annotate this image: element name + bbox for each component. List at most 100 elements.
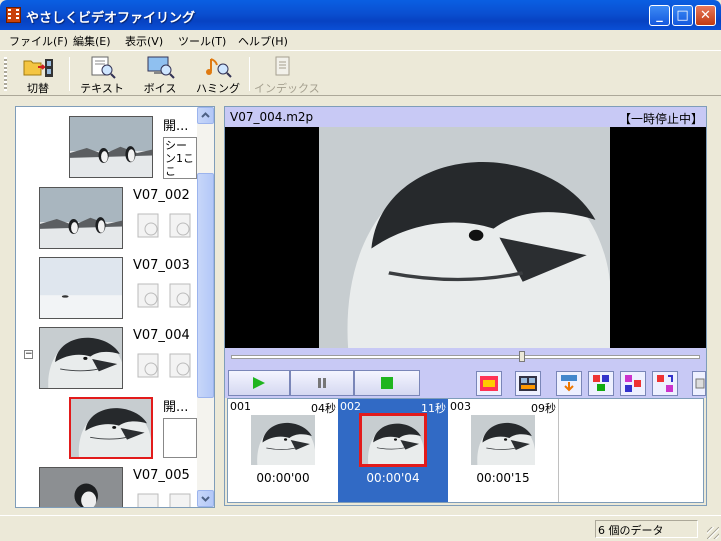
scene-strip[interactable]: 001 04秒 00:00'00 002 11秒 00:00'04 003 09…	[227, 398, 704, 503]
doc-voice-icon[interactable]	[167, 212, 194, 239]
switch-label: 切替	[27, 82, 49, 95]
music-note-icon	[206, 58, 232, 78]
scene-thumbnail[interactable]	[69, 397, 153, 459]
voice-search-button[interactable]: ボイス	[134, 53, 186, 95]
video-frame	[319, 127, 610, 348]
tree-item[interactable]: 開...	[16, 394, 199, 466]
player-panel: V07_004.m2p 【一時停止中】 001 04秒 00:00'00 002…	[224, 106, 707, 506]
split-icon	[593, 375, 609, 391]
scene-start-time: 00:00'04	[366, 471, 420, 485]
close-button[interactable]: ✕	[695, 5, 716, 26]
video-name: V07_005	[133, 468, 190, 483]
index-button[interactable]: インデックス	[254, 53, 320, 95]
tree-item[interactable]: 開... シーン1ここ	[16, 113, 199, 185]
film-text-icon[interactable]	[135, 492, 162, 508]
seek-bar[interactable]	[225, 348, 706, 368]
tree-scrollbar[interactable]	[197, 107, 214, 507]
film-text-icon[interactable]	[135, 282, 162, 309]
more-tools-button[interactable]	[692, 371, 706, 396]
video-thumbnail[interactable]	[39, 327, 123, 389]
collapse-toggle[interactable]: −	[24, 350, 33, 359]
film-text-icon[interactable]	[135, 212, 162, 239]
voice-label: ボイス	[143, 82, 177, 95]
switch-button[interactable]: 切替	[12, 53, 64, 95]
doc-voice-icon[interactable]	[167, 492, 194, 508]
scene-cell[interactable]: 003 09秒 00:00'15	[448, 399, 558, 502]
text-search-icon	[91, 56, 116, 79]
video-display[interactable]	[225, 127, 706, 348]
menu-view[interactable]: 表示(V)	[125, 33, 163, 49]
pause-icon	[318, 378, 326, 388]
tree-item[interactable]: V07_003	[16, 254, 199, 326]
merge-icon	[625, 375, 641, 392]
menu-edit[interactable]: 編集(E)	[73, 33, 111, 49]
index-label: インデックス	[254, 82, 320, 95]
play-button[interactable]	[228, 370, 290, 396]
seek-track[interactable]	[231, 355, 700, 359]
film-app-icon[interactable]	[6, 7, 21, 23]
status-bar: 6 個のデータ	[0, 515, 721, 541]
tree-item[interactable]: V07_005	[16, 464, 199, 508]
insert-scene-button[interactable]	[556, 371, 582, 396]
menu-bar: ファイル(F) 編集(E) 表示(V) ツール(T) ヘルプ(H)	[0, 30, 721, 50]
video-thumbnail[interactable]	[39, 257, 123, 319]
scene-name: 開...	[163, 119, 189, 134]
toolbar: 切替 テキスト ボイス ハミング インデックス	[0, 50, 721, 96]
scene-cell-selected[interactable]: 002 11秒 00:00'04	[338, 399, 448, 502]
menu-help[interactable]: ヘルプ(H)	[238, 33, 288, 49]
tree-item[interactable]: V07_002	[16, 184, 199, 256]
title-bar[interactable]: やさしくビデオファイリング _ □ ✕	[0, 0, 721, 30]
chevron-up-icon	[201, 112, 210, 118]
scene-detect-button[interactable]	[515, 371, 541, 396]
tree-item[interactable]: V07_004	[16, 324, 199, 396]
video-thumbnail[interactable]	[39, 467, 123, 507]
video-thumbnail[interactable]	[39, 187, 123, 249]
scene-duration: 04秒	[311, 402, 336, 415]
toolbar-separator	[69, 57, 70, 91]
folder-film-icon	[23, 59, 53, 77]
monitor-search-icon	[147, 56, 175, 79]
scene-start-time: 00:00'15	[476, 471, 530, 485]
scroll-down-button[interactable]	[197, 490, 214, 507]
scene-cell-thumbnail[interactable]	[359, 413, 427, 467]
text-search-button[interactable]: テキスト	[76, 53, 128, 95]
humming-search-button[interactable]: ハミング	[192, 53, 244, 95]
seek-knob[interactable]	[518, 351, 525, 362]
scene-tree-panel[interactable]: 開... シーン1ここ V07_002 V07_003 V07_004 − 開.…	[15, 106, 215, 508]
toolbar-grip[interactable]	[4, 57, 7, 91]
text-label: テキスト	[80, 82, 124, 95]
stop-button[interactable]	[354, 370, 420, 396]
chevron-down-icon	[201, 496, 210, 502]
merge-scene-button[interactable]	[620, 371, 646, 396]
scene-start-time: 00:00'00	[256, 471, 310, 485]
move-scene-button[interactable]	[652, 371, 678, 396]
scene-note[interactable]: シーン1ここ	[163, 137, 197, 179]
video-name: V07_002	[133, 188, 190, 203]
split-scene-button[interactable]	[588, 371, 614, 396]
menu-tools[interactable]: ツール(T)	[178, 33, 226, 49]
scene-cell-thumbnail[interactable]	[471, 415, 535, 465]
cm-detect-button[interactable]	[476, 371, 502, 396]
film-text-icon[interactable]	[135, 352, 162, 379]
doc-voice-icon[interactable]	[167, 352, 194, 379]
more-icon	[695, 378, 705, 389]
minimize-button[interactable]: _	[649, 5, 670, 26]
scene-thumbnail[interactable]	[69, 116, 153, 178]
video-header: V07_004.m2p 【一時停止中】	[225, 107, 706, 127]
toolbar-separator	[249, 57, 250, 91]
scene-cell[interactable]: 001 04秒 00:00'00	[228, 399, 338, 502]
menu-file[interactable]: ファイル(F)	[9, 33, 68, 49]
data-count: 6 個のデータ	[595, 520, 698, 538]
resize-grip[interactable]	[707, 527, 719, 539]
scene-cell-thumbnail[interactable]	[251, 415, 315, 465]
scene-duration: 09秒	[531, 402, 556, 415]
play-icon	[253, 377, 265, 389]
scene-note[interactable]	[163, 418, 197, 458]
window-title: やさしくビデオファイリング	[26, 11, 196, 26]
insert-down-icon	[561, 375, 577, 392]
maximize-button[interactable]: □	[672, 5, 693, 26]
scroll-up-button[interactable]	[197, 107, 214, 124]
pause-button[interactable]	[290, 370, 354, 396]
doc-voice-icon[interactable]	[167, 282, 194, 309]
scroll-thumb[interactable]	[197, 173, 214, 398]
